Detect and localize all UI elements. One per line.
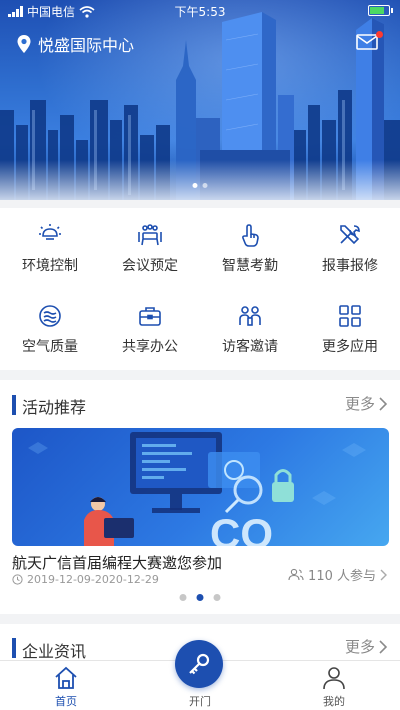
- meeting-icon: [138, 224, 162, 246]
- user-icon: [323, 667, 345, 690]
- people-icon: [288, 568, 304, 581]
- air-quality-icon: [39, 305, 61, 327]
- chevron-right-icon: [379, 639, 388, 654]
- home-icon: [55, 666, 77, 689]
- status-time: 下午5:53: [174, 5, 226, 19]
- section-accent-bar: [12, 395, 16, 415]
- grid-label: 报事报修: [322, 258, 378, 274]
- briefcase-icon: [139, 307, 161, 326]
- hero-fade: [0, 160, 400, 200]
- notification-badge: [376, 31, 383, 38]
- activity-banner-image[interactable]: CO: [12, 428, 389, 546]
- grid-item-environment-control[interactable]: 环境控制: [0, 208, 100, 289]
- hand-pointer-icon: [242, 224, 259, 247]
- grid-item-shared-office[interactable]: 共享办公: [100, 289, 200, 370]
- function-grid: 环境控制 会议预定 智慧考勤 报事报修 空气质量 共享办公 访客邀请 更多应用: [0, 208, 400, 370]
- clock-icon: [12, 574, 23, 585]
- more-label: 更多: [344, 395, 375, 413]
- open-door-label: 开门: [189, 695, 211, 708]
- page-dot-active[interactable]: [196, 594, 204, 601]
- grid-item-meeting-booking[interactable]: 会议预定: [100, 208, 200, 289]
- activity-title[interactable]: 航天广信首届编程大赛邀您参加: [12, 552, 222, 573]
- status-bar: 中国电信 下午5:53: [0, 0, 400, 22]
- participants-link[interactable]: 110 人参与: [288, 565, 388, 584]
- battery-icon: [368, 5, 393, 16]
- activity-section: 活动推荐 更多 CO 航天广信首届编程大赛邀您参加 2019-12-09-202…: [0, 380, 400, 614]
- location-selector[interactable]: 悦盛国际中心: [16, 32, 134, 56]
- participants-count: 110 人参与: [308, 569, 376, 584]
- activity-date-text: 2019-12-09-2020-12-29: [27, 573, 159, 586]
- grid-label: 访客邀请: [222, 339, 278, 355]
- page-dot[interactable]: [213, 594, 221, 601]
- hero-pagination: [192, 183, 208, 188]
- mail-icon[interactable]: [356, 34, 378, 50]
- carousel-pagination: [179, 594, 221, 601]
- open-door-button[interactable]: [175, 640, 223, 688]
- grid-item-visitor-invite[interactable]: 访客邀请: [200, 289, 300, 370]
- visitors-icon: [239, 306, 261, 326]
- grid-label: 环境控制: [22, 258, 78, 274]
- grid-label: 空气质量: [22, 339, 78, 355]
- activity-date: 2019-12-09-2020-12-29: [12, 573, 159, 586]
- location-name: 悦盛国际中心: [38, 36, 135, 55]
- grid-item-report-repair[interactable]: 报事报修: [300, 208, 400, 289]
- grid-item-air-quality[interactable]: 空气质量: [0, 289, 100, 370]
- more-link[interactable]: 更多: [345, 636, 388, 657]
- lamp-icon: [39, 224, 61, 240]
- grid-label: 智慧考勤: [222, 258, 278, 274]
- coding-illustration: CO: [28, 432, 366, 546]
- section-accent-bar: [12, 638, 16, 658]
- location-pin-icon: [17, 35, 31, 53]
- grid-label: 更多应用: [322, 339, 378, 355]
- section-header: 活动推荐 更多: [0, 380, 400, 426]
- apps-grid-icon: [339, 305, 361, 327]
- grid-label: 共享办公: [122, 339, 178, 355]
- section-title: 企业资讯: [22, 642, 87, 661]
- chevron-right-icon: [380, 569, 387, 580]
- more-link[interactable]: 更多: [345, 393, 388, 414]
- hero-banner[interactable]: 中国电信 下午5:53 悦盛国际中心: [0, 0, 400, 200]
- grid-item-more-apps[interactable]: 更多应用: [300, 289, 400, 370]
- key-icon: [189, 653, 210, 675]
- grid-label: 会议预定: [122, 258, 178, 274]
- banner-text: CO: [210, 510, 273, 546]
- chevron-right-icon: [379, 396, 388, 411]
- repair-tools-icon: [340, 225, 360, 245]
- page-dot[interactable]: [179, 594, 187, 601]
- more-label: 更多: [344, 638, 375, 656]
- section-title: 活动推荐: [22, 398, 87, 417]
- grid-item-smart-attendance[interactable]: 智慧考勤: [200, 208, 300, 289]
